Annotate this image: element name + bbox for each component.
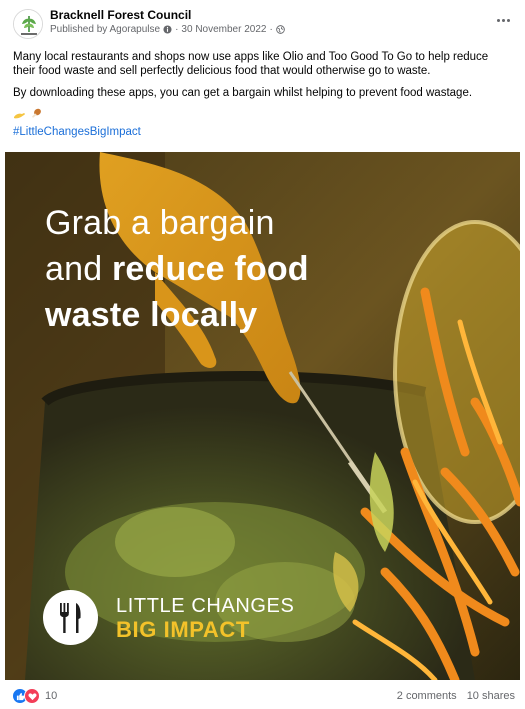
headline-line-2: and reduce food xyxy=(45,246,309,292)
more-dot xyxy=(506,18,510,22)
meta-separator: · xyxy=(175,24,179,35)
page-name-link[interactable]: Bracknell Forest Council xyxy=(50,8,191,22)
comments-link[interactable]: 2 comments xyxy=(397,690,457,702)
fork-knife-icon xyxy=(43,590,98,645)
globe-icon xyxy=(276,25,285,34)
campaign-badge: LITTLE CHANGES BIG IMPACT xyxy=(43,590,294,645)
campaign-tagline: LITTLE CHANGES BIG IMPACT xyxy=(116,594,294,642)
reactions-summary[interactable]: 10 xyxy=(12,688,57,704)
more-dot xyxy=(496,18,500,22)
post-image[interactable]: Grab a bargain and reduce food waste loc… xyxy=(5,152,520,680)
headline-line-1: Grab a bargain xyxy=(45,204,275,242)
more-dot xyxy=(501,18,505,22)
emoji-row xyxy=(13,107,43,121)
headline-line-2-bold: reduce food xyxy=(111,250,309,288)
published-by-label: Published by Agorapulse xyxy=(50,24,161,35)
tagline-line-1: LITTLE CHANGES xyxy=(116,594,295,617)
post-body: Many local restaurants and shops now use… xyxy=(13,50,513,108)
headline-line-2-light: and xyxy=(45,250,112,288)
more-options-button[interactable] xyxy=(491,10,515,30)
reaction-count: 10 xyxy=(45,690,58,702)
post-date-link[interactable]: 30 November 2022 xyxy=(181,24,266,35)
hand-emoji-icon xyxy=(14,113,25,119)
info-icon xyxy=(163,25,172,34)
council-logo-avatar[interactable] xyxy=(13,9,43,39)
shares-link[interactable]: 10 shares xyxy=(467,690,515,702)
post-paragraph: By downloading these apps, you can get a… xyxy=(13,87,473,99)
post-paragraph: Many local restaurants and shops now use… xyxy=(13,51,489,77)
hashtag-link[interactable]: #LittleChangesBigImpact xyxy=(13,126,141,138)
post-meta: Published by Agorapulse · 30 November 20… xyxy=(50,24,285,35)
post-footer: 10 2 comments 10 shares xyxy=(0,684,525,709)
headline-line-3: waste locally xyxy=(45,296,258,334)
love-icon xyxy=(24,688,40,704)
engagement-stats: 2 comments 10 shares xyxy=(397,690,515,702)
tagline-line-2: BIG IMPACT xyxy=(116,616,250,642)
image-headline: Grab a bargain and reduce food waste loc… xyxy=(45,200,309,338)
post-header: Bracknell Forest Council Published by Ag… xyxy=(0,0,525,46)
drumstick-emoji-icon xyxy=(32,108,41,118)
meta-separator-2: · xyxy=(269,24,273,35)
